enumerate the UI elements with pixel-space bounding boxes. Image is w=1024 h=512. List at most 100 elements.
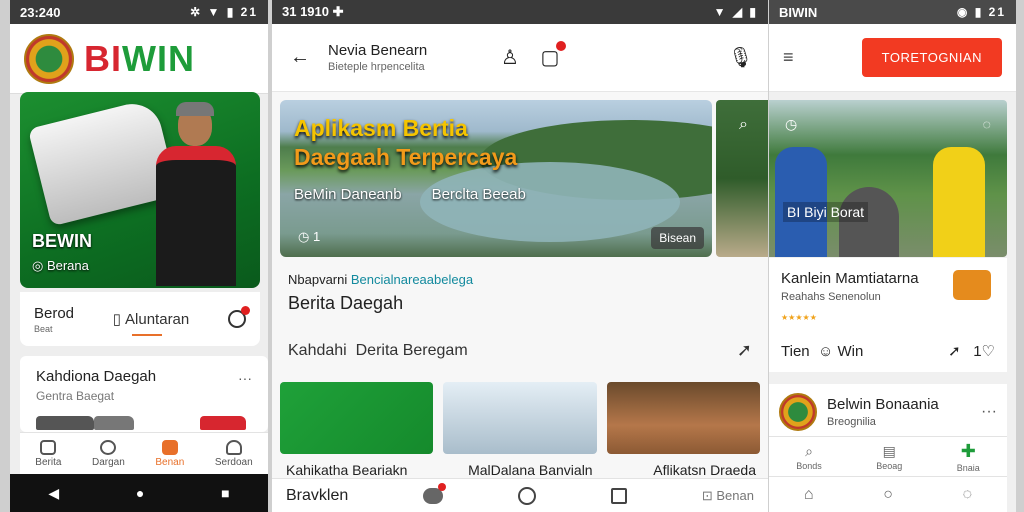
card-title: Belwin Bonaania [827,396,939,413]
notification-badge [556,41,566,51]
article-row: Kahdahi Derita Beregam ➚ [288,340,752,361]
square-icon[interactable] [610,487,627,504]
card-subtitle: Breognilia [827,416,876,428]
nav-item-serdoan[interactable]: Serdoan [215,439,253,468]
home-button-icon[interactable]: ● [136,485,144,501]
chat-icon[interactable]: ▢ [538,41,566,70]
article-headline[interactable]: Berita Daegah [288,293,752,314]
banner-meta: BeMin Daneanb Berclta Beeab [294,186,526,203]
rating-stars: ★★★★★ [781,313,817,322]
car-thumbnail [94,416,134,430]
hero-card[interactable]: BEWIN ◎ Berana [20,92,260,288]
thumbnail-captions: Kahikatha Beariakn MalDalana Banvialn Af… [286,462,756,478]
bottom-nav: Berita Dargan Benan Serdoan [20,432,268,474]
nav-item-beoag[interactable]: ▤ Beoag [876,443,902,471]
robot-icon: ☺ [817,342,834,360]
more-icon[interactable]: ··· [981,403,997,421]
thumbnail[interactable] [443,382,597,454]
status-icons: ◉ ▮ 21 [956,5,1006,19]
berod-action[interactable]: Berod Beat [34,305,74,334]
hero-actions: Berod Beat ▯ Aluntaran [20,292,260,346]
banner-tag[interactable]: Bisean [651,227,704,249]
share-icon[interactable]: ➚ [737,340,752,361]
info-icon[interactable] [518,486,537,505]
row-mid: Derita Beregam [355,341,468,359]
profile-icon[interactable]: ♙ [498,45,522,70]
menu-icon[interactable]: ≡ [783,47,794,68]
banner-meta-1: BeMin Daneanb [294,186,402,203]
status-time: 31 1910 ✚ [282,4,344,19]
microphone-icon[interactable]: 🎙︎ [728,45,753,70]
profile-card[interactable]: Belwin Bonaania Breognilia ··· [769,384,1007,440]
share-icon[interactable]: ➚ [948,343,961,360]
thumbnail[interactable] [280,382,434,454]
banner-stat: ◷ 1 [298,229,321,244]
video-icon [161,439,178,455]
system-nav-bar: ◀ ● ■ [10,474,268,512]
hero-card[interactable]: ◷ ◌ BI Biyi Borat [769,100,1007,257]
more-icon[interactable]: ··· [238,370,252,386]
nav-item-dargan[interactable]: Dargan [92,439,125,468]
person-image [150,102,240,286]
search-icon: ⌕ [805,442,813,459]
top-app-bar: ← Nevia Benearn Bieteple hrpencelita ♙ ▢… [272,24,768,92]
like-icon[interactable]: ♡ [982,343,995,360]
nav-item-benan[interactable]: ⊡ Benan [702,488,754,504]
next-banner-peek[interactable]: ⌕ [716,100,768,257]
bottom-nav-secondary: ⌂ ○ ◌ [769,476,1007,512]
status-bar: BIWIN ◉ ▮ 21 [769,0,1016,24]
comment-icon[interactable]: ◌ [983,116,991,132]
chat-icon[interactable]: ◌ [963,486,973,504]
phone-left: 23:240 ✲ ▼ ▮ 21 BIWIN BEWIN ◎ Berana Ber… [10,0,268,512]
home-icon[interactable]: ⌂ [804,486,814,504]
thumbnail-caption: MalDalana Banvialn [468,462,593,478]
nav-item-bravklen[interactable]: Bravklen [286,487,348,505]
status-bar: 23:240 ✲ ▼ ▮ 21 [10,0,268,24]
profile-icon [225,439,242,455]
phone-right: BIWIN ◉ ▮ 21 ≡ TORETOGNIAN ◷ ◌ BI Biyi B… [769,0,1016,512]
aluntaran-action[interactable]: ▯ Aluntaran [113,310,190,336]
recents-icon[interactable]: ■ [221,485,229,501]
bottom-nav: ⌕ Bonds ▤ Beoag ✚ Bnaia [769,436,1007,476]
back-arrow-icon[interactable]: ← [288,46,312,69]
logo-emblem-icon [779,393,817,431]
nav-item-berita[interactable]: Berita [35,439,61,468]
berod-label: Berod [34,304,75,322]
thumbnail[interactable] [606,382,760,454]
circle-icon[interactable]: ○ [883,486,893,504]
featured-banner[interactable]: Aplikasm Bertia Daegaah Terpercaya BeMin… [280,100,712,257]
cta-button[interactable]: TORETOGNIAN [861,38,1002,77]
chat-icon[interactable] [423,482,447,504]
hero-label: BI Biyi Borat [783,202,869,222]
clock-icon: ◷ [785,116,798,132]
card-subtitle: Gentra Baegat [36,389,115,403]
logo-emblem-icon [24,33,74,84]
search-icon[interactable]: ⌕ [739,116,748,134]
notification-icon[interactable] [227,306,250,328]
home-icon [40,439,57,455]
aluntaran-label: Aluntaran [125,310,190,328]
list-icon: ▤ [882,442,896,459]
back-icon[interactable]: ◀ [48,485,59,502]
news-card[interactable]: Kahdiona Daegah Gentra Baegat ··· [20,356,268,432]
nav-item-benan[interactable]: Benan [155,439,184,468]
status-icons: ▼ ◢ ▮ [713,5,758,19]
status-time: 23:240 [20,4,61,20]
news-card[interactable]: Kanlein Mamtiatarna Reahahs Senenolun ★★… [769,258,1007,372]
nav-item-bnaia[interactable]: ✚ Bnaia [957,441,980,473]
brand-wordmark: BIWIN [84,37,195,79]
person-image [933,147,985,257]
nav-item-bonds[interactable]: ⌕ Bonds [796,443,822,471]
status-icons: ✲ ▼ ▮ 21 [190,5,258,19]
puzzle-icon: ✚ [960,440,976,461]
phone-middle: 31 1910 ✚ ▼ ◢ ▮ ← Nevia Benearn Bieteple… [272,0,768,512]
page-title-block: Nevia Benearn Bieteple hrpencelita [328,42,482,73]
truck-icon [953,270,991,300]
thumbnail-row [280,382,760,454]
status-bar: 31 1910 ✚ ▼ ◢ ▮ [272,0,768,24]
banner-title: Aplikasm Bertia Daegaah Terpercaya [294,115,518,170]
thumbnail-caption: Aflikatsn Draeda [653,462,756,478]
kicker-link[interactable]: Bencialnareaabelega [351,272,473,287]
page-subtitle: Bieteple hrpencelita [328,61,425,73]
article-kicker: Nbapvarni Bencialnareaabelega [288,272,474,287]
